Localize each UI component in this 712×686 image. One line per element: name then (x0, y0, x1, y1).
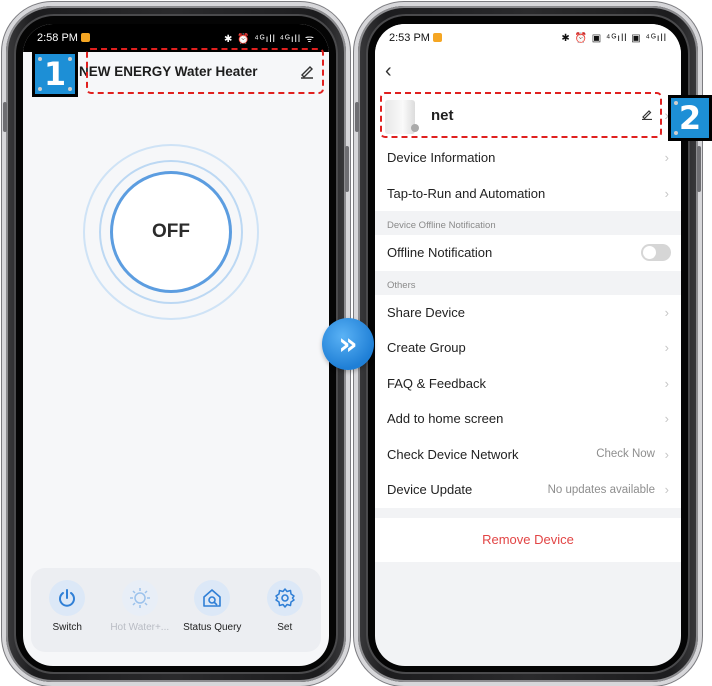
tap-to-run-row[interactable]: Tap-to-Run and Automation › (375, 175, 681, 211)
left-status-time-group: 2:58 PM (37, 32, 90, 44)
switch-label: Switch (52, 622, 82, 633)
status-query-button[interactable]: Status Query (180, 580, 244, 633)
tap-to-run-label: Tap-to-Run and Automation (387, 185, 546, 201)
right-status-icons: ✱ ⏰ ▣ ⁴ᴳıll ▣ ⁴ᴳıll (561, 32, 667, 44)
double-chevron-right-icon: » (322, 318, 374, 370)
share-device-label: Share Device (387, 304, 466, 320)
faq-feedback-label: FAQ & Feedback (387, 375, 486, 391)
offline-notification-toggle[interactable] (641, 244, 671, 262)
device-update-row[interactable]: Device Update No updates available › (375, 472, 681, 508)
chevron-right-icon: › (664, 304, 669, 320)
chevron-right-icon: › (664, 482, 669, 498)
gear-icon (266, 580, 303, 616)
bottom-control-bar: Switch Hot Water+... Status Query Set (31, 568, 321, 652)
step-badge-2: 2 (668, 95, 712, 141)
remove-device-label: Remove Device (482, 532, 574, 547)
left-status-icons: ✱ ⏰ ⁴ᴳıll ⁴ᴳıll ᯤ (223, 34, 315, 45)
offline-notification-label: Offline Notification (387, 245, 493, 261)
badge-corner-dot (674, 101, 678, 105)
create-group-row[interactable]: Create Group › (375, 330, 681, 366)
chevron-right-icon: › (664, 446, 669, 462)
status-query-label: Status Query (183, 622, 242, 633)
update-status-value: No updates available (547, 483, 655, 496)
faq-feedback-row[interactable]: FAQ & Feedback › (375, 365, 681, 401)
set-label: Set (277, 622, 293, 633)
title-highlight-box (86, 48, 324, 94)
switch-button[interactable]: Switch (35, 580, 99, 633)
add-home-screen-label: Add to home screen (387, 411, 504, 427)
left-screen: 2:58 PM ✱ ⏰ ⁴ᴳıll ⁴ᴳıll ᯤ NEW ENERGY Wat… (23, 24, 329, 666)
step-number-2: 2 (678, 99, 702, 137)
left-phone-side-button (3, 102, 7, 132)
set-button[interactable]: Set (253, 580, 317, 633)
left-phone-volume-button (345, 146, 349, 192)
badge-corner-dot (674, 131, 678, 135)
chevron-right-icon: › (664, 411, 669, 427)
device-update-label: Device Update (387, 482, 473, 498)
share-device-row[interactable]: Share Device › (375, 294, 681, 330)
badge-corner-dot (38, 57, 42, 61)
check-network-row[interactable]: Check Device Network Check Now › (375, 436, 681, 472)
others-section-title: Others (375, 270, 681, 295)
step-number-1: 1 (43, 55, 67, 93)
device-information-row[interactable]: Device Information › (375, 140, 681, 176)
offline-section-title: Device Offline Notification (375, 211, 681, 235)
badge-corner-dot (68, 87, 72, 91)
badge-corner-dot (68, 57, 72, 61)
check-network-label: Check Device Network (387, 446, 519, 462)
hot-water-boost-label: Hot Water+... (110, 622, 170, 633)
hot-water-boost-button[interactable]: Hot Water+... (108, 580, 172, 633)
left-phone-frame: 2:58 PM ✱ ⏰ ⁴ᴳıll ⁴ᴳıll ᯤ NEW ENERGY Wat… (3, 6, 349, 682)
chevron-right-icon: › (664, 185, 669, 201)
nav-bar: ‹ (375, 52, 681, 94)
home-search-icon (194, 580, 231, 616)
device-name-highlight-box (380, 92, 662, 138)
power-icon (49, 580, 86, 616)
step-badge-1: 1 (32, 51, 78, 97)
remove-device-button[interactable]: Remove Device (375, 517, 681, 562)
boost-icon (121, 580, 158, 616)
create-group-label: Create Group (387, 340, 466, 356)
chevron-right-icon: › (664, 340, 669, 356)
power-state-label: OFF (152, 221, 190, 242)
chevron-right-icon: › (664, 150, 669, 166)
offline-notification-row: Offline Notification (375, 235, 681, 271)
back-chevron-icon[interactable]: ‹ (385, 60, 392, 83)
device-information-label: Device Information (387, 150, 496, 166)
badge-corner-dot (38, 87, 42, 91)
notification-icon (80, 33, 90, 42)
notification-icon (432, 33, 442, 42)
chevron-right-icon: › (664, 375, 669, 391)
right-status-bar: 2:53 PM ✱ ⏰ ▣ ⁴ᴳıll ▣ ⁴ᴳıll (375, 24, 681, 52)
right-phone-side-button (355, 102, 359, 132)
power-state-dial[interactable]: OFF (110, 171, 232, 293)
right-status-time: 2:53 PM (389, 32, 430, 44)
add-home-screen-row[interactable]: Add to home screen › (375, 401, 681, 437)
right-status-time-group: 2:53 PM (389, 32, 442, 44)
check-now-value: Check Now (596, 448, 655, 461)
right-phone-volume-button (697, 146, 701, 192)
left-status-time: 2:58 PM (37, 32, 78, 44)
